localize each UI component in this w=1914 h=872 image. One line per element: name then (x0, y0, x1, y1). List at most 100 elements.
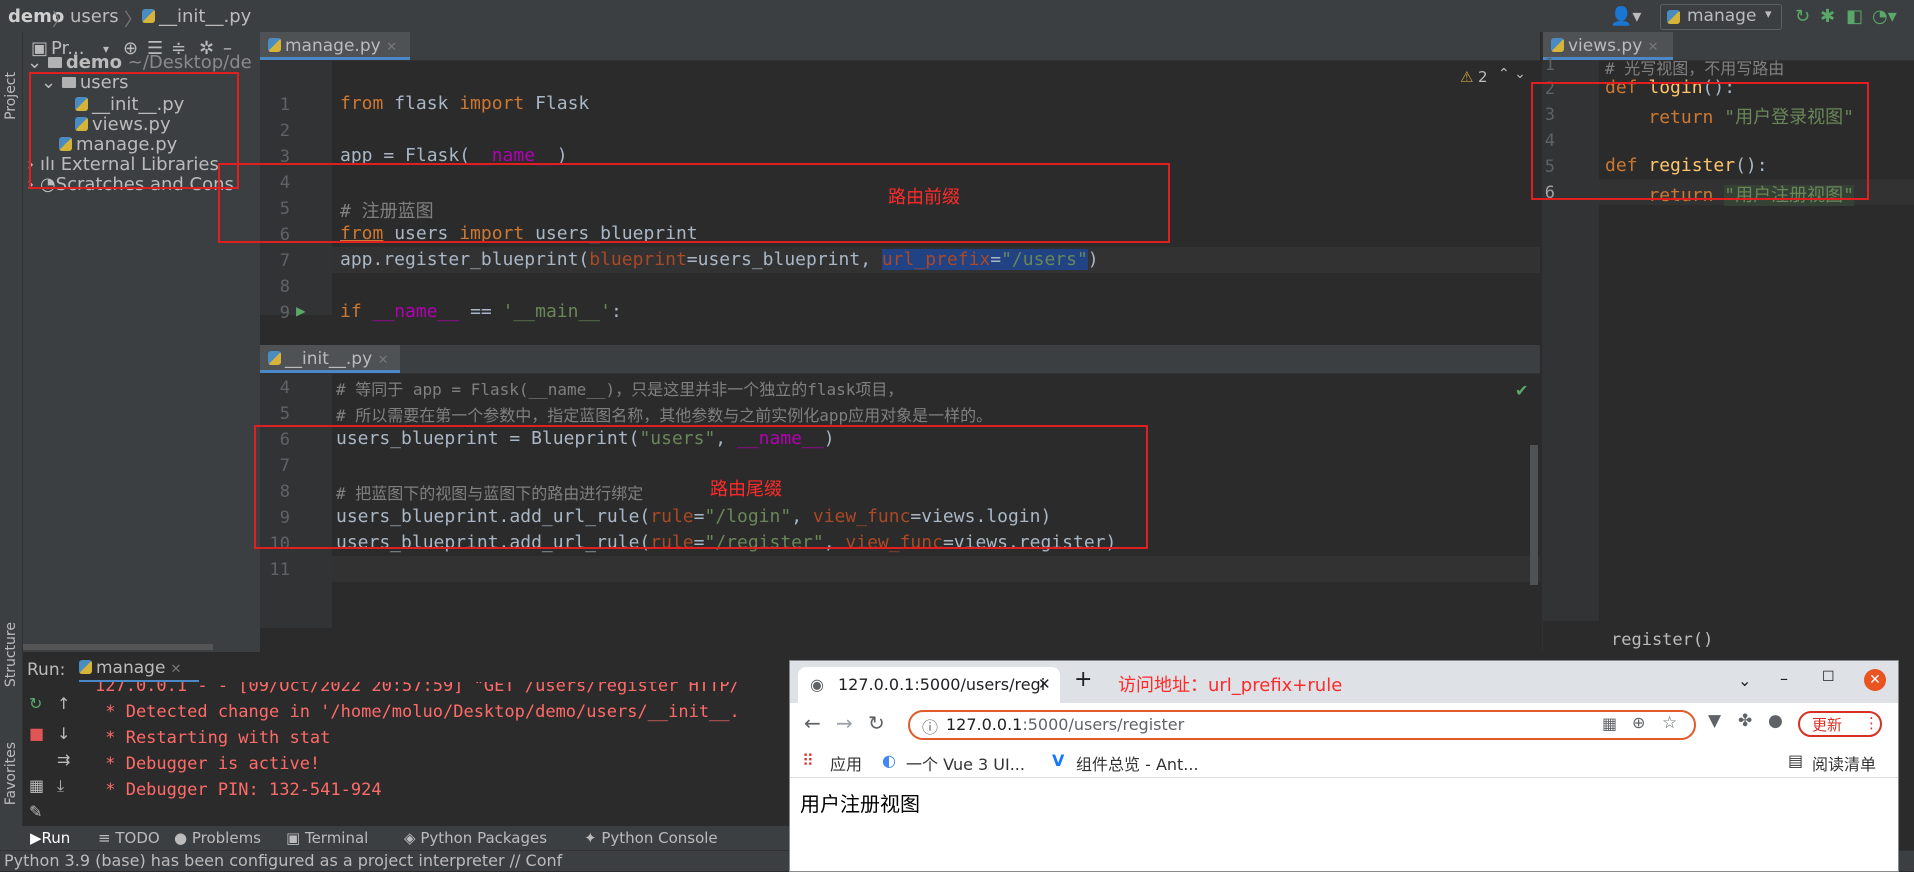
extensions-puzzle-icon[interactable]: ✤ (1738, 711, 1752, 731)
console-line: 127.0.0.1 - - [09/Oct/2022 20:57:59] "GE… (95, 682, 740, 696)
bookmark-star-icon[interactable]: ☆ (1662, 713, 1677, 733)
debug-icon[interactable]: ✱ (1820, 6, 1835, 27)
horizontal-scrollbar[interactable] (23, 644, 213, 650)
bookmark-apps[interactable]: 应用 (830, 751, 862, 775)
address-bar[interactable]: ⓘ 127.0.0.1:5000/users/register ▦ ⊕ ☆ (908, 710, 1696, 740)
python-file-icon (1667, 10, 1680, 24)
tab-run[interactable]: ▶Run (30, 829, 70, 847)
project-tool-tab[interactable]: Project (3, 72, 19, 120)
pin-icon[interactable]: ✎ (29, 802, 42, 821)
close-tab-icon[interactable]: ✕ (1038, 675, 1051, 693)
browser-tab[interactable]: ◉ 127.0.0.1:5000/users/regi ✕ (798, 667, 1060, 703)
user-icon[interactable]: 👤▾ (1610, 6, 1641, 27)
tree-item-demo[interactable]: ⌄ demo ~/Desktop/de (27, 52, 252, 73)
extension-v-icon[interactable]: ▼ (1708, 711, 1721, 731)
vertical-scrollbar[interactable] (1530, 445, 1538, 585)
tab-problems[interactable]: ● Problems (174, 829, 261, 847)
nav-arrows-icon[interactable]: ⌃ ⌄ (1498, 66, 1526, 82)
run-config-label: manage (1687, 6, 1757, 26)
line-number: 7 (279, 251, 290, 271)
arrow-down-icon[interactable]: ↓ (57, 724, 70, 743)
run-gutter-icon[interactable]: ▶ (296, 301, 306, 320)
status-message[interactable]: Python 3.9 (base) has been configured as… (4, 851, 562, 870)
run-config-select[interactable]: manage ▾ (1660, 4, 1782, 30)
tab-init[interactable]: __init__.py ✕ (260, 345, 400, 373)
reload-icon[interactable]: ↻ (868, 711, 885, 735)
tab-python-console[interactable]: ✦ Python Console (584, 829, 718, 847)
code-line-7: app.register_blueprint(blueprint=users_b… (340, 249, 1099, 270)
annotation-url-suffix: 路由尾缀 (710, 479, 782, 500)
profile-icon[interactable]: ● (1768, 711, 1783, 731)
vue-icon: ◐ (882, 751, 896, 770)
bookmark-component-overview[interactable]: 组件总览 - Ant... (1076, 751, 1199, 775)
warning-icon[interactable]: ⚠ (1460, 68, 1473, 86)
folder-icon (47, 57, 62, 68)
browser-titlebar: ◉ 127.0.0.1:5000/users/regi ✕ + 访问地址：url… (790, 661, 1898, 703)
breadcrumb-users[interactable]: users (70, 6, 119, 27)
info-icon[interactable]: ⓘ (922, 714, 938, 738)
bookmark-vue3-ui[interactable]: 一个 Vue 3 UI... (906, 751, 1025, 775)
code-line-5: # 所以需要在第一个参数中，指定蓝图名称，其他参数与之前实例化app应用对象是一… (336, 406, 993, 425)
rerun-icon[interactable]: ↻ (29, 694, 42, 713)
code-breadcrumb[interactable]: register() (1611, 630, 1713, 650)
update-button[interactable]: 更新 ⋮ (1798, 711, 1882, 737)
favorites-tool-tab[interactable]: Favorites (3, 742, 19, 805)
highlight-box-url-rule (254, 425, 1148, 549)
close-icon[interactable]: ✕ (171, 662, 182, 677)
qr-code-icon[interactable]: ▦ (1602, 714, 1617, 733)
close-icon[interactable]: ✕ (378, 353, 389, 368)
console-line: * Debugger is active! (95, 754, 321, 774)
minimize-icon[interactable]: – (1780, 669, 1788, 688)
reading-list-icon: ▤ (1788, 751, 1804, 770)
maximize-icon[interactable]: ☐ (1822, 669, 1835, 685)
new-tab-icon[interactable]: + (1074, 667, 1092, 692)
tab-manage[interactable]: manage.py ✕ (260, 32, 410, 60)
arrow-up-icon[interactable]: ↑ (57, 694, 70, 713)
annotation-url-prefix: 路由前缀 (888, 187, 960, 208)
scroll-end-icon[interactable]: ⤓ (57, 776, 64, 796)
bottom-tool-tabs: ▶Run ≡ TODO ● Problems ▣ Terminal ◈ Pyth… (0, 826, 800, 850)
line-number: 4 (279, 378, 290, 398)
highlight-box-views (1531, 82, 1869, 200)
layout-icon[interactable]: ▦ (29, 776, 44, 795)
python-file-icon (268, 351, 281, 365)
structure-tool-tab[interactable]: Structure (3, 622, 19, 687)
tab-todo[interactable]: ≡ TODO (98, 829, 160, 847)
url-text[interactable]: 127.0.0.1:5000/users/register (946, 715, 1184, 734)
line-number: 2 (279, 121, 290, 141)
breadcrumb-separator: 〉 (124, 10, 142, 31)
rerun-icon[interactable]: ↻ (1795, 6, 1810, 27)
project-panel: ▣ Pr... ▾ ⊕ ☰ ≑ ✲ – ⌄ demo ~/Desktop/de … (23, 32, 260, 652)
console-output[interactable]: 127.0.0.1 - - [09/Oct/2022 20:57:59] "GE… (95, 682, 793, 832)
browser-tab-title: 127.0.0.1:5000/users/regi (838, 675, 1046, 694)
console-line: * Detected change in '/home/moluo/Deskto… (95, 702, 740, 722)
line-number: 8 (279, 277, 290, 297)
page-content: 用户注册视图 (790, 778, 1898, 871)
code-line-1: from flask import Flask (340, 93, 590, 114)
close-window-icon[interactable]: ✕ (1864, 669, 1886, 691)
wrap-icon[interactable]: ⇉ (57, 750, 70, 769)
python-file-icon (268, 38, 281, 52)
profile-icon[interactable]: ◔▾ (1872, 6, 1897, 27)
stop-icon[interactable]: ■ (29, 724, 44, 743)
editor-tab-bar: manage.py ✕ (260, 32, 1540, 61)
back-icon[interactable]: ← (804, 711, 821, 735)
tab-search-icon[interactable]: ⌄ (1738, 671, 1751, 690)
reading-list[interactable]: 阅读清单 (1812, 751, 1876, 775)
close-icon[interactable]: ✕ (386, 40, 397, 55)
tab-python-packages[interactable]: ◈ Python Packages (404, 829, 547, 847)
line-number: 9 (279, 303, 290, 323)
more-menu-icon[interactable]: ⋮ (1864, 714, 1879, 732)
python-file-icon (142, 9, 155, 23)
breadcrumb-file[interactable]: __init__.py (142, 6, 251, 27)
line-number: 5 (279, 404, 290, 424)
run-panel: Run: manage ✕ ↻ ↑ ■ ↓ ⇉ ▦ ⤓ ✎ 127.0.0.1 … (23, 652, 793, 832)
close-icon[interactable]: ✕ (1648, 40, 1659, 55)
line-number: 1 (279, 95, 290, 115)
tab-terminal[interactable]: ▣ Terminal (286, 829, 368, 847)
highlight-box-project (29, 72, 239, 189)
zoom-icon[interactable]: ⊕ (1632, 713, 1645, 732)
forward-icon[interactable]: → (836, 711, 853, 735)
tab-run-manage[interactable]: manage ✕ (79, 658, 199, 682)
coverage-icon[interactable]: ◧ (1846, 6, 1863, 27)
